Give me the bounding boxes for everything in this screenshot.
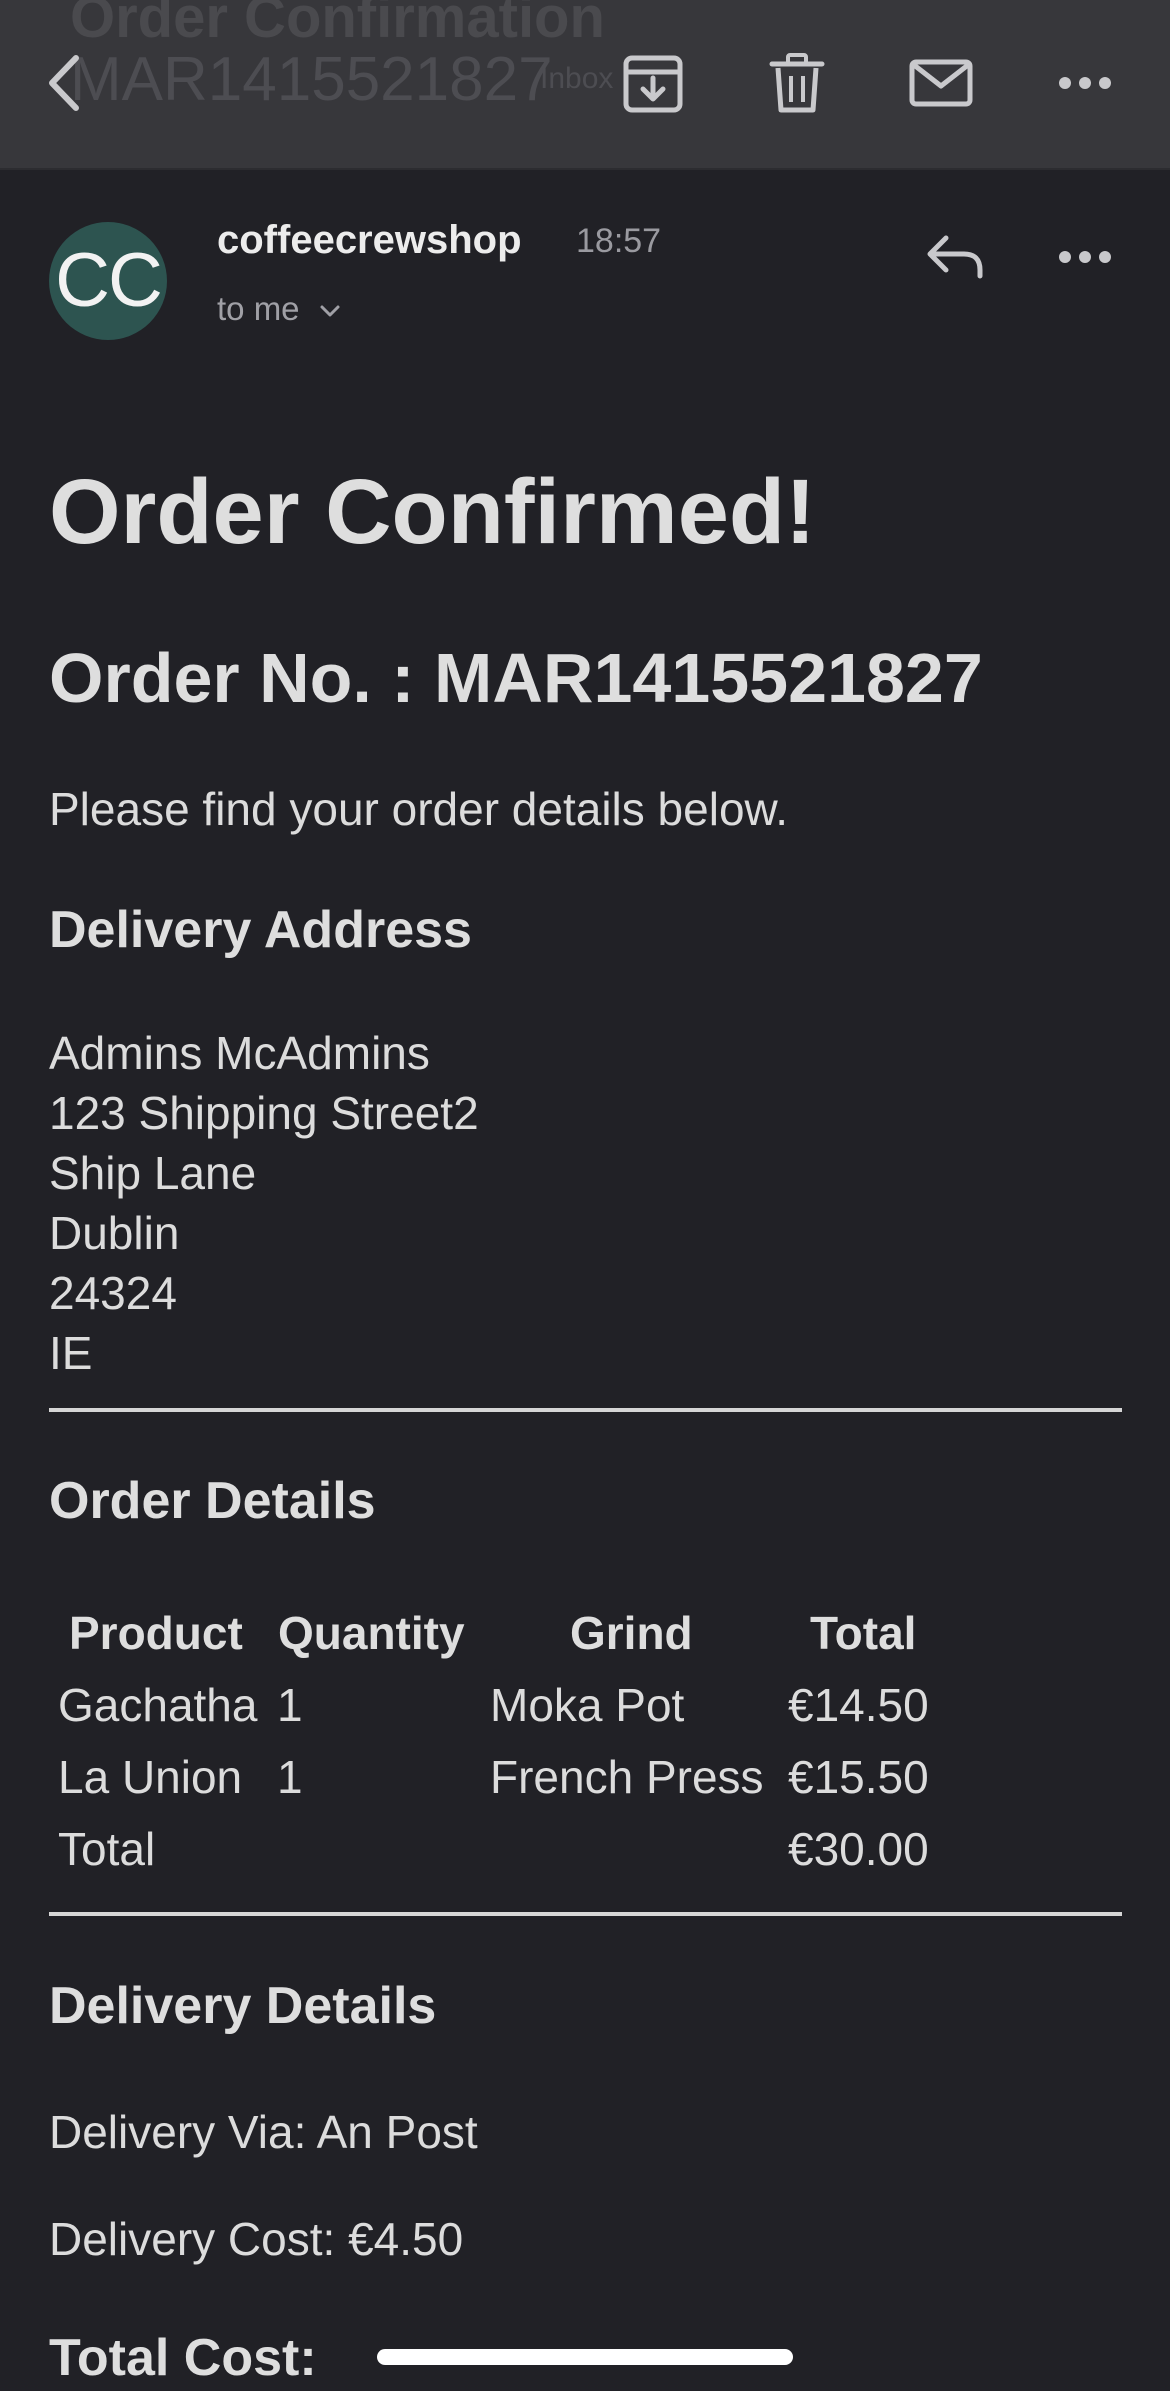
chevron-down-icon: [320, 305, 340, 317]
address-line: 123 Shipping Street2: [49, 1087, 479, 1139]
delivery-details-heading: Delivery Details: [49, 1977, 437, 2035]
total-cost-label: Total Cost:: [49, 2329, 317, 2387]
order-number: Order No. : MAR1415521827: [49, 639, 983, 717]
total-row-label: Total: [58, 1823, 156, 1875]
order-confirmed-title: Order Confirmed!: [49, 461, 816, 563]
delivery-via: Delivery Via: An Post: [49, 2106, 478, 2158]
column-header-product: Product: [69, 1607, 243, 1659]
cell-grind: Moka Pot: [490, 1679, 685, 1731]
delivery-cost: Delivery Cost: €4.50: [49, 2213, 464, 2265]
home-indicator[interactable]: [377, 2349, 793, 2365]
intro-text: Please find your order details below.: [49, 783, 788, 835]
cell-quantity: 1: [277, 1679, 303, 1731]
divider: [49, 1912, 1122, 1916]
archive-icon[interactable]: [620, 50, 686, 116]
address-line: Admins McAdmins: [49, 1027, 430, 1079]
delivery-address-heading: Delivery Address: [49, 901, 472, 959]
address-line: Ship Lane: [49, 1147, 257, 1199]
sender-name[interactable]: coffeecrewshop: [217, 218, 522, 263]
toolbar-label-ghost: Inbox: [540, 62, 614, 95]
recipient-toggle[interactable]: to me: [217, 290, 341, 328]
toolbar-order-ghost: MAR1415521827: [70, 45, 553, 114]
avatar[interactable]: CC: [49, 222, 167, 340]
email-toolbar: Order Confirmation MAR1415521827 Inbox: [0, 0, 1170, 168]
order-details-heading: Order Details: [49, 1472, 376, 1530]
cell-product: La Union: [58, 1751, 243, 1803]
cell-product: Gachatha: [58, 1679, 258, 1731]
column-header-grind: Grind: [570, 1607, 693, 1659]
column-header-total: Total: [810, 1607, 917, 1659]
cell-quantity: 1: [277, 1751, 303, 1803]
recipient-label: to me: [217, 290, 300, 327]
cell-grind: French Press: [490, 1751, 764, 1803]
message-time: 18:57: [576, 222, 662, 260]
divider: [49, 1408, 1122, 1412]
message-more-icon[interactable]: [1052, 224, 1118, 290]
trash-icon[interactable]: [764, 50, 830, 116]
cell-total: €14.50: [788, 1679, 929, 1731]
more-icon[interactable]: [1052, 50, 1118, 116]
total-row-value: €30.00: [788, 1823, 929, 1875]
cell-total: €15.50: [788, 1751, 929, 1803]
address-line: 24324: [49, 1267, 177, 1319]
back-icon[interactable]: [36, 50, 102, 116]
address-line: IE: [49, 1327, 93, 1379]
address-line: Dublin: [49, 1207, 180, 1259]
mail-icon[interactable]: [908, 50, 974, 116]
reply-icon[interactable]: [922, 226, 988, 292]
column-header-quantity: Quantity: [278, 1607, 465, 1659]
